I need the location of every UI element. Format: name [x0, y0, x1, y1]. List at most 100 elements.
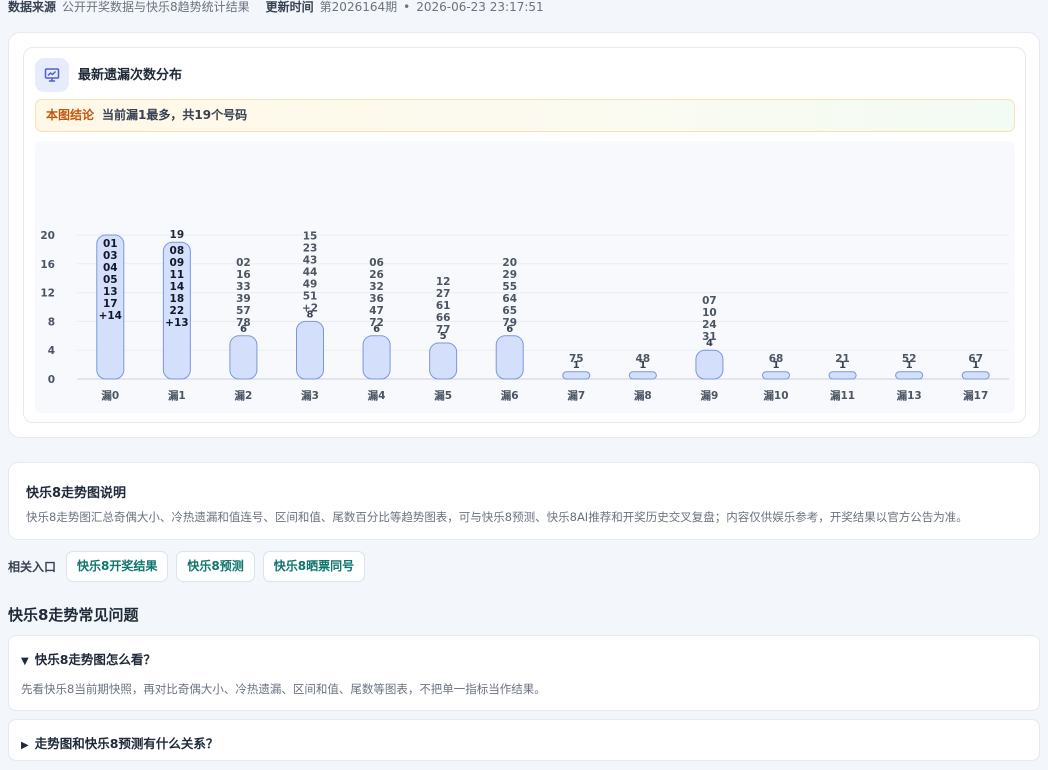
bar-number-label: 36 — [369, 293, 384, 305]
bar-number-label: 27 — [436, 288, 451, 300]
bar-number-label: 61 — [436, 300, 451, 312]
bar-number-label: 03 — [103, 250, 118, 262]
separator-dot: • — [403, 0, 411, 14]
faq-question-text: 快乐8走势图怎么看？ — [34, 652, 156, 667]
bar-number-label: 08 — [170, 245, 185, 257]
data-source-bar: 数据来源 公开开奖数据与快乐8趋势统计结果 更新时间 第2026164期 • 2026-0… — [8, 0, 544, 14]
x-tick-label: 漏3 — [301, 389, 319, 402]
bar-number-label: 20 — [502, 257, 517, 269]
issue-number: 第2026164期 — [319, 0, 398, 14]
bar — [229, 335, 258, 380]
bar-number-label: 22 — [170, 305, 185, 317]
y-tick-label: 12 — [40, 288, 55, 300]
bar-number-label: 52 — [902, 353, 917, 365]
chart-conclusion: 本图结论 当前漏1最多，共19个号码 — [35, 99, 1015, 132]
bar-number-label: 75 — [569, 353, 584, 365]
explain-text: 快乐8走势图汇总奇偶大小、冷热遗漏和值连号、区间和值、尾数百分比等趋势图表，可与… — [26, 510, 968, 524]
x-tick-label: 漏11 — [830, 389, 855, 402]
bar-number-label: 21 — [835, 353, 850, 365]
related-links: 相关入口 快乐8开奖结果 快乐8预测 快乐8晒票同号 — [8, 551, 373, 582]
bar-number-label: 09 — [170, 257, 185, 269]
bar-number-label: 77 — [436, 324, 451, 336]
faq-item-collapsed: ▶ 走势图和快乐8预测有什么关系？ — [8, 719, 1040, 761]
bar-number-label: +13 — [165, 317, 188, 329]
bar — [895, 371, 924, 380]
faq-question-text: 走势图和快乐8预测有什么关系？ — [34, 736, 219, 751]
bar-number-label: 44 — [303, 266, 318, 278]
faq-title: 快乐8走势常见问题 — [8, 606, 139, 624]
bar-number-label: 07 — [702, 295, 717, 307]
bar — [429, 342, 458, 380]
bar — [562, 371, 591, 380]
triangle-down-icon: ▼ — [21, 656, 29, 667]
bar-number-label: 67 — [968, 353, 983, 365]
bar-number-label: 23 — [303, 242, 318, 254]
bar-number-label: 18 — [170, 293, 185, 305]
link-kl8-prediction[interactable]: 快乐8预测 — [176, 551, 255, 582]
faq-answer: 先看快乐8当前期快照，再对比奇偶大小、冷热遗漏、区间和值、尾数等图表，不把单一指… — [21, 682, 546, 696]
update-datetime: 2026-06-23 23:17:51 — [416, 0, 544, 14]
bar-number-label: 66 — [436, 312, 451, 324]
bar-number-label: 55 — [502, 281, 517, 293]
y-tick-label: 0 — [48, 374, 55, 386]
related-label: 相关入口 — [8, 560, 57, 574]
x-tick-label: 漏7 — [567, 389, 585, 402]
x-tick-label: 漏2 — [235, 389, 253, 402]
bar-number-label: 15 — [303, 230, 318, 242]
bar-number-label: 24 — [702, 319, 717, 331]
bar — [828, 371, 857, 380]
bar-number-label: 43 — [303, 254, 318, 266]
bar-number-label: 29 — [502, 269, 517, 281]
chart-svg: 048121620漏0010304051317+14漏1190809111418… — [40, 229, 1009, 402]
x-tick-label: 漏17 — [963, 389, 988, 402]
source-label: 数据来源 — [8, 0, 57, 14]
bar — [695, 349, 724, 380]
y-tick-label: 8 — [48, 316, 55, 328]
bar-number-label: 78 — [236, 317, 251, 329]
chart-title: 最新遗漏次数分布 — [78, 68, 183, 83]
bar-number-label: 13 — [103, 286, 118, 298]
triangle-right-icon: ▶ — [21, 740, 29, 751]
bar-number-label: +2 — [302, 302, 318, 314]
link-kl8-shared-tickets[interactable]: 快乐8晒票同号 — [262, 551, 366, 582]
bar-number-label: 72 — [369, 317, 384, 329]
faq-question-how-to-read[interactable]: ▼ 快乐8走势图怎么看？ — [21, 649, 156, 668]
bar-number-label: 49 — [303, 278, 318, 290]
link-kl8-results[interactable]: 快乐8开奖结果 — [66, 551, 169, 582]
x-tick-label: 漏8 — [634, 389, 652, 402]
bar-number-label: 05 — [103, 274, 118, 286]
x-tick-label: 漏10 — [763, 389, 788, 402]
x-tick-label: 漏4 — [368, 389, 386, 402]
x-tick-label: 漏1 — [168, 389, 186, 402]
bar-number-label: 31 — [702, 331, 717, 343]
bar-number-label: 12 — [436, 276, 451, 288]
bar — [296, 320, 324, 380]
omission-bar-chart: 0 4 8 12 16 20 漏0 01 03 04 05 13 17 +14 漏1 19 08 09 11 14 18… — [35, 141, 1015, 413]
bar-number-label: 06 — [369, 257, 384, 269]
x-tick-label: 漏0 — [101, 389, 119, 402]
chart-card: 最新遗漏次数分布 本图结论 当前漏1最多，共19个号码 0 4 8 12 16 20 漏0 01… — [23, 47, 1026, 423]
bar-number-label: 04 — [103, 262, 118, 274]
bar — [628, 371, 657, 380]
x-tick-label: 漏6 — [501, 389, 519, 402]
y-tick-label: 20 — [40, 230, 55, 242]
bar-number-label: 51 — [303, 290, 318, 302]
bar-number-label: 01 — [103, 238, 118, 250]
bar-number-label: 02 — [236, 257, 251, 269]
chart-panel: 最新遗漏次数分布 本图结论 当前漏1最多，共19个号码 0 4 8 12 16 20 漏0 01… — [8, 32, 1040, 438]
presentation-chart-icon — [35, 58, 69, 92]
bar — [961, 371, 990, 380]
bar-number-label: 26 — [369, 269, 384, 281]
bar-number-label: 79 — [502, 317, 517, 329]
bar-number-label: 48 — [636, 353, 651, 365]
y-tick-label: 16 — [40, 259, 55, 271]
bar-number-label: 57 — [236, 305, 251, 317]
bar-number-label: 17 — [103, 298, 118, 310]
faq-question-relation[interactable]: ▶ 走势图和快乐8预测有什么关系？ — [21, 733, 218, 752]
y-tick-label: 4 — [48, 345, 55, 357]
bar-number-label: 68 — [769, 353, 784, 365]
x-tick-label: 漏5 — [434, 389, 452, 402]
source-value: 公开开奖数据与快乐8趋势统计结果 — [62, 0, 250, 14]
bar-number-label: 33 — [236, 281, 251, 293]
faq-item-expanded: ▼ 快乐8走势图怎么看？ 先看快乐8当前期快照，再对比奇偶大小、冷热遗漏、区间和值… — [8, 635, 1040, 711]
